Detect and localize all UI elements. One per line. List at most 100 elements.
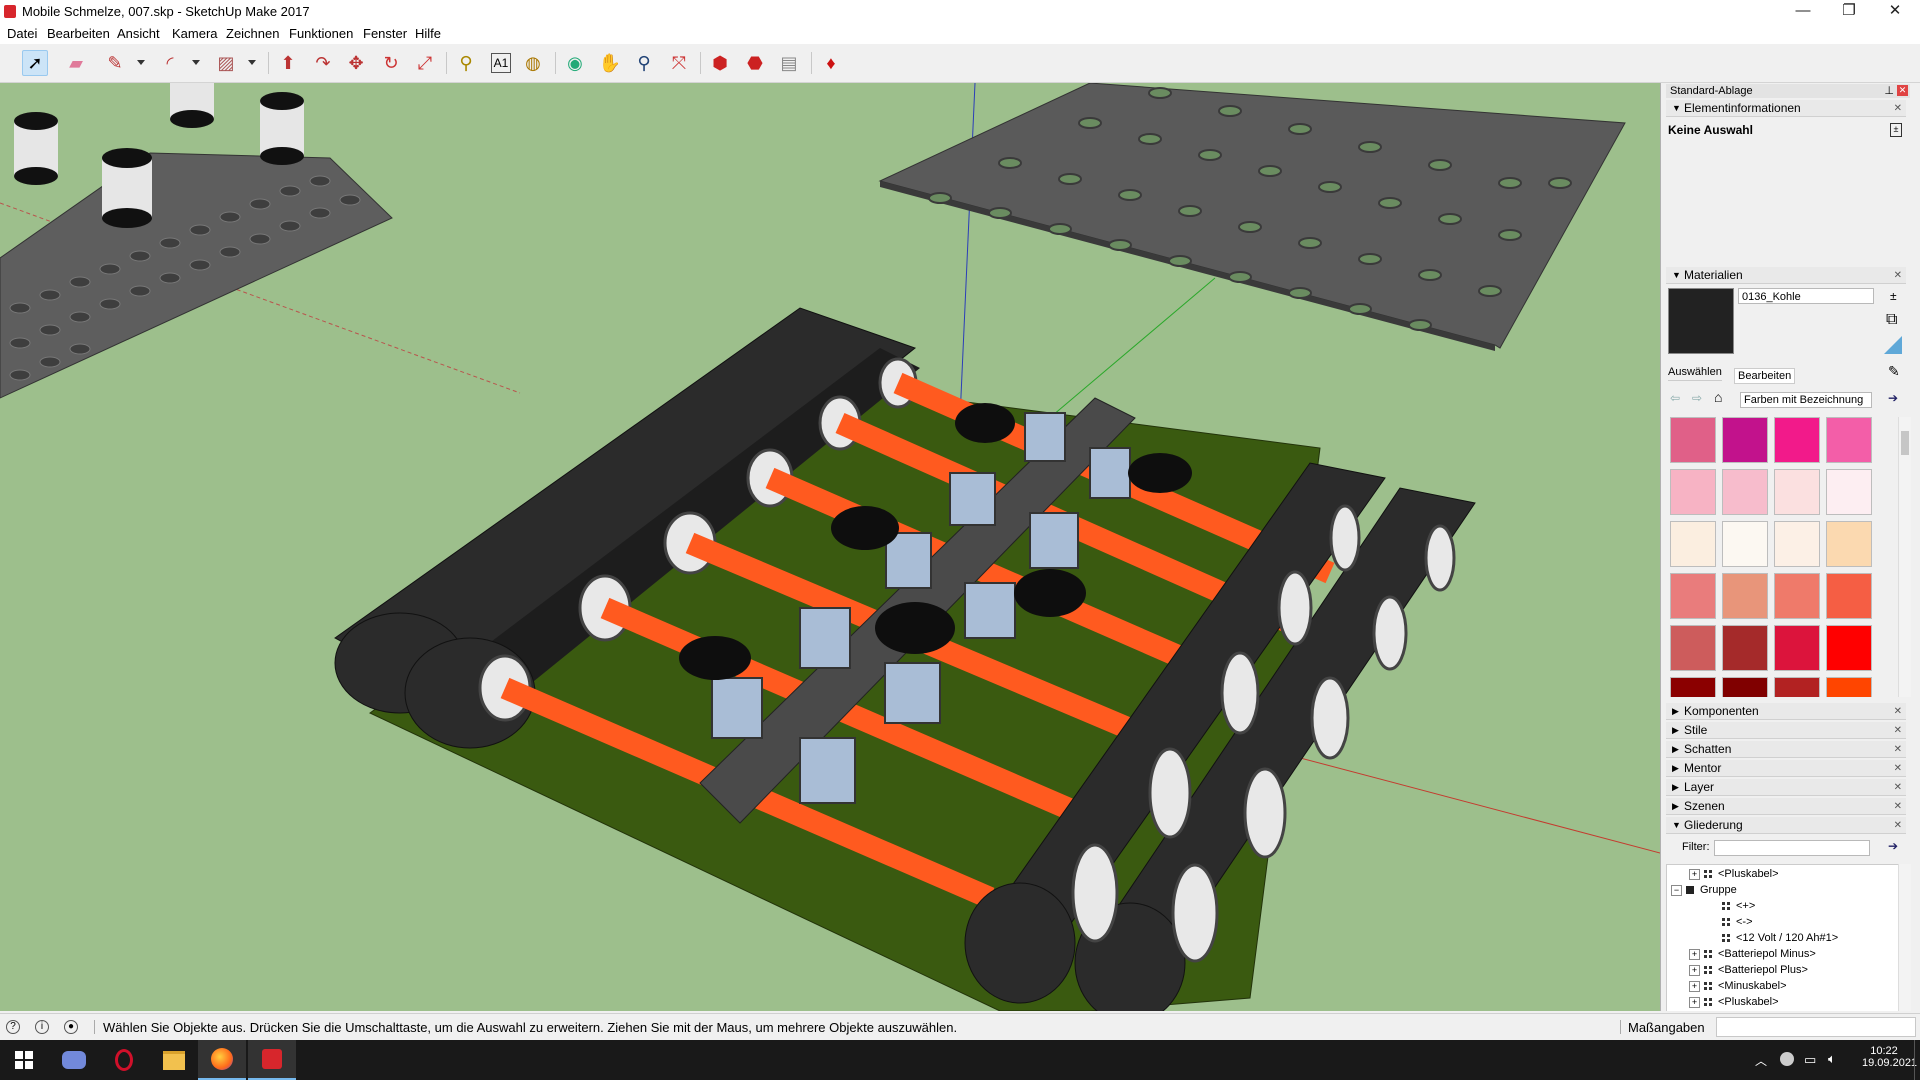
section-schatten[interactable]: ▶ Schatten ✕ <box>1666 741 1906 758</box>
outliner-row[interactable]: <12 Volt / 120 Ah#1> <box>1707 930 1838 946</box>
ruby-icon[interactable]: ♦ <box>818 50 844 76</box>
scale-icon[interactable]: ⤢ <box>412 50 438 76</box>
expand-icon[interactable]: + <box>1689 980 1700 992</box>
menu-datei[interactable]: Datei <box>7 26 37 41</box>
pin-icon[interactable]: ⊥ <box>1884 84 1894 98</box>
show-hidden-icons-icon[interactable]: ︿ <box>1755 1052 1767 1069</box>
windows-start-icon[interactable] <box>0 1040 48 1080</box>
material-swatch[interactable] <box>1774 469 1820 515</box>
chevron-down-icon[interactable] <box>137 60 145 65</box>
menu-hilfe[interactable]: Hilfe <box>415 26 441 41</box>
paint-bucket-icon[interactable]: ◍ <box>520 50 546 76</box>
details-arrow-icon[interactable]: ➔ <box>1888 391 1898 405</box>
menu-bearbeiten[interactable]: Bearbeiten <box>47 26 110 41</box>
material-swatch[interactable] <box>1774 625 1820 671</box>
expand-icon[interactable]: + <box>1689 996 1700 1008</box>
close-icon[interactable]: ✕ <box>1894 779 1902 796</box>
outliner-row[interactable]: + <Pluskabel> <box>1689 994 1779 1010</box>
display-icon[interactable]: ▭ <box>1804 1052 1816 1068</box>
material-swatch[interactable] <box>1774 573 1820 619</box>
chevron-down-icon[interactable] <box>248 60 256 65</box>
outliner-row[interactable]: + <Pluskabel> <box>1689 866 1779 882</box>
eyedropper-icon[interactable]: ✎ <box>1888 363 1900 380</box>
text-icon[interactable]: A1 <box>488 50 514 76</box>
outliner-row[interactable]: <-> <box>1707 914 1753 930</box>
tab-auswaehlen[interactable]: Auswählen <box>1668 366 1722 381</box>
material-swatch[interactable] <box>1826 469 1872 515</box>
shape-icon[interactable]: ▨ <box>213 50 239 76</box>
forward-icon[interactable]: ⇨ <box>1692 391 1702 405</box>
material-swatch[interactable] <box>1670 417 1716 463</box>
materials-header[interactable]: ▼ Materialien ✕ <box>1666 267 1906 284</box>
material-swatch[interactable] <box>1722 573 1768 619</box>
move-icon[interactable]: ✥ <box>343 50 369 76</box>
collapse-icon[interactable]: − <box>1671 884 1682 896</box>
details-arrow-icon[interactable]: ➔ <box>1888 839 1898 853</box>
network-status-icon[interactable] <box>1780 1052 1794 1066</box>
material-swatch[interactable] <box>1826 521 1872 567</box>
section-mentor[interactable]: ▶ Mentor ✕ <box>1666 760 1906 777</box>
entity-info-header[interactable]: ▼ Elementinformationen ✕ <box>1666 100 1906 117</box>
section-szenen[interactable]: ▶ Szenen ✕ <box>1666 798 1906 815</box>
home-icon[interactable]: ⌂ <box>1714 389 1722 405</box>
line-icon[interactable]: ✎ <box>102 50 128 76</box>
material-name-field[interactable]: 0136_Kohle <box>1738 288 1874 304</box>
material-swatch[interactable] <box>1670 469 1716 515</box>
outliner-header[interactable]: ▼ Gliederung ✕ <box>1666 817 1906 834</box>
create-material-icon[interactable]: ⧉ <box>1886 311 1897 329</box>
close-icon[interactable]: ✕ <box>1894 100 1902 117</box>
close-icon[interactable]: ✕ <box>1894 703 1902 720</box>
material-details-icon[interactable]: ± <box>1890 289 1897 303</box>
material-swatch[interactable] <box>1722 417 1768 463</box>
firefox-icon[interactable] <box>198 1040 246 1080</box>
select-icon[interactable]: ➚ <box>22 50 48 76</box>
warehouse-icon[interactable]: ⬢ <box>707 50 733 76</box>
menu-kamera[interactable]: Kamera <box>172 26 218 41</box>
minimize-button[interactable]: — <box>1780 0 1826 24</box>
material-swatch[interactable] <box>1670 521 1716 567</box>
pan-icon[interactable]: ✋ <box>597 50 623 76</box>
material-swatch[interactable] <box>1722 677 1768 697</box>
geo-location-icon[interactable]: ? <box>6 1020 20 1034</box>
expand-icon[interactable]: + <box>1689 964 1700 976</box>
outliner-filter-input[interactable] <box>1714 840 1870 856</box>
user-icon[interactable]: ● <box>64 1020 78 1034</box>
show-desktop-button[interactable] <box>1914 1040 1920 1080</box>
close-icon[interactable]: ✕ <box>1894 741 1902 758</box>
sample-paint-icon[interactable] <box>1884 336 1902 354</box>
material-swatch[interactable] <box>1826 625 1872 671</box>
material-swatch[interactable] <box>1670 677 1716 697</box>
model-viewport[interactable] <box>0 83 1661 1011</box>
close-button[interactable]: ✕ <box>1872 0 1918 24</box>
close-icon[interactable]: ✕ <box>1894 722 1902 739</box>
orbit-icon[interactable]: ◉ <box>562 50 588 76</box>
close-icon[interactable]: ✕ <box>1894 760 1902 777</box>
back-icon[interactable]: ⇦ <box>1670 391 1680 405</box>
outliner-scrollbar[interactable] <box>1898 864 1911 1011</box>
file-explorer-icon[interactable] <box>150 1040 198 1080</box>
close-icon[interactable]: ✕ <box>1894 267 1902 284</box>
outliner-row[interactable]: + <Batteriepol Minus> <box>1689 946 1816 962</box>
clock[interactable]: 10:22 19.09.2021 <box>1862 1045 1917 1069</box>
volume-icon[interactable]: 🔈︎ <box>1828 1051 1836 1067</box>
zoom-icon[interactable]: ⚲ <box>631 50 657 76</box>
zoom-extents-icon[interactable]: ⤧ <box>666 50 692 76</box>
menu-zeichnen[interactable]: Zeichnen <box>226 26 279 41</box>
eraser-icon[interactable]: ▰ <box>63 50 89 76</box>
material-library-select[interactable]: Farben mit Bezeichnung <box>1740 392 1872 408</box>
layout-icon[interactable]: ▤ <box>776 50 802 76</box>
close-tray-icon[interactable]: ✕ <box>1897 85 1908 96</box>
follow-me-icon[interactable]: ↷ <box>310 50 336 76</box>
section-stile[interactable]: ▶ Stile ✕ <box>1666 722 1906 739</box>
sketchup-icon[interactable] <box>248 1040 296 1080</box>
material-swatch[interactable] <box>1826 677 1872 697</box>
material-swatch[interactable] <box>1722 469 1768 515</box>
restore-button[interactable]: ❐ <box>1826 0 1872 24</box>
menu-funktionen[interactable]: Funktionen <box>289 26 353 41</box>
rotate-icon[interactable]: ↻ <box>378 50 404 76</box>
menu-ansicht[interactable]: Ansicht <box>117 26 160 41</box>
measurements-input[interactable] <box>1716 1017 1916 1037</box>
material-swatch[interactable] <box>1774 521 1820 567</box>
section-layer[interactable]: ▶ Layer ✕ <box>1666 779 1906 796</box>
current-material-preview[interactable] <box>1668 288 1734 354</box>
